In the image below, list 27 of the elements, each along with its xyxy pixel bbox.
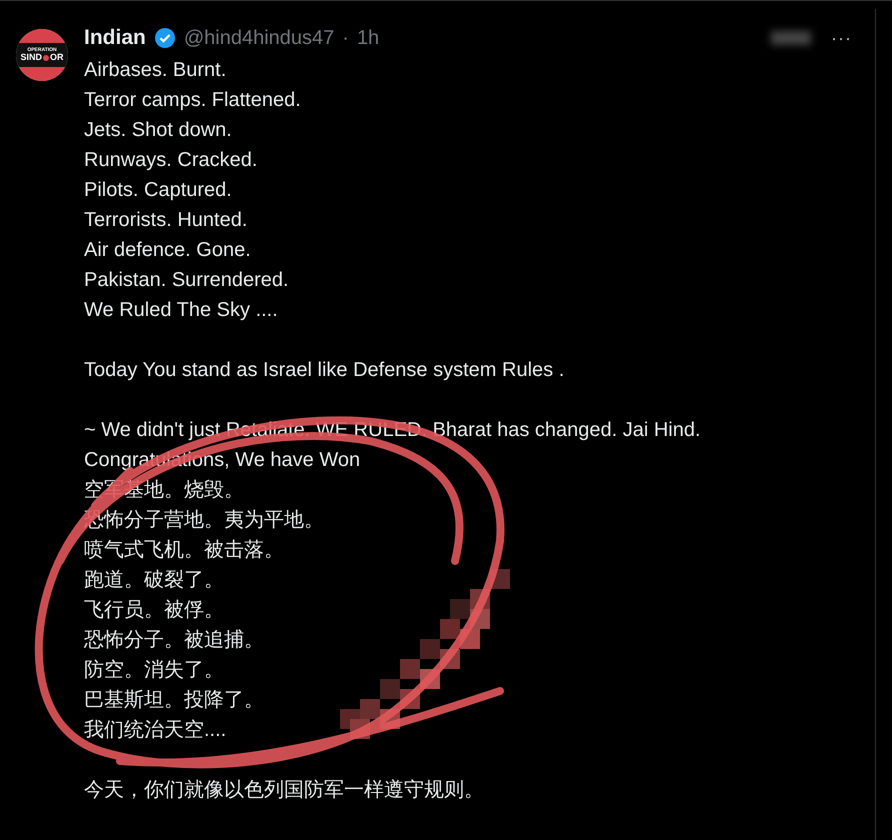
separator-dot: · <box>342 26 349 51</box>
blurred-region <box>771 31 812 45</box>
tweet-text-line: Terrorists. Hunted. <box>84 208 248 233</box>
tweet-text-line: 跑道。破裂了。 <box>84 568 225 593</box>
post-time: 1h <box>356 26 380 51</box>
tweet-text-line: Pilots. Captured. <box>84 178 233 203</box>
drop-icon <box>43 54 49 60</box>
tweet-text-line: 今天，你们就像以色列国防军一样遵守规则。 <box>84 778 485 803</box>
tweet-text-line: 喷气式飞机。被击落。 <box>84 538 285 563</box>
avatar-text: OR <box>50 53 64 62</box>
tweet-text-line: Today You stand as Israel like Defense system Rules . <box>84 358 566 383</box>
tweet-text-line: Terror camps. Flattened. <box>84 88 302 113</box>
tweet-text-line: Runways. Cracked. <box>84 148 258 173</box>
tweet-text-line: 我们统治天空.... <box>84 718 228 743</box>
tweet-text-line: Pakistan. Surrendered. <box>84 268 290 293</box>
tweet-text-line: 恐怖分子。被追捕。 <box>84 628 265 653</box>
author-name[interactable]: Indian <box>84 22 146 54</box>
tweet-text-line: We Ruled The Sky .... <box>84 298 279 323</box>
tweet-text-line: 飞行员。被俘。 <box>84 598 225 623</box>
avatar-text: SIND <box>20 53 42 62</box>
tweet-text-line: Airbases. Burnt. <box>84 58 228 83</box>
author-handle[interactable]: @hind4hindus47 <box>184 23 334 53</box>
more-button[interactable]: ··· <box>831 29 852 47</box>
tweet-text-line: 巴基斯坦。投降了。 <box>84 688 265 713</box>
tweet-text-line: Jets. Shot down. <box>84 118 233 143</box>
tweet-text-line: 防空。消失了。 <box>84 658 225 683</box>
tweet-text-line: Air defence. Gone. <box>84 238 252 263</box>
